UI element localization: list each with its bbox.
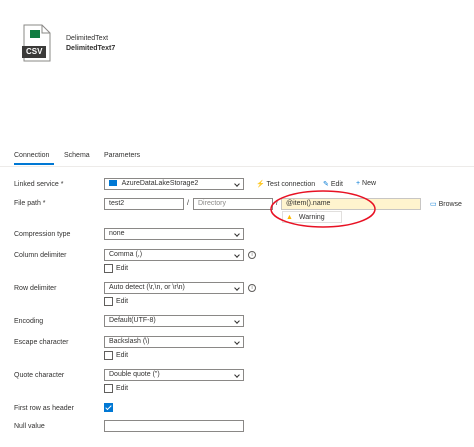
column-delimiter-select[interactable]: Comma (,) [104, 249, 244, 261]
escape-character-label: Escape character [14, 339, 69, 346]
new-label: New [362, 180, 377, 187]
compression-type-label: Compression type [14, 231, 71, 238]
null-value-input[interactable] [104, 420, 244, 432]
browse-button[interactable]: ▭ Browse [430, 200, 462, 208]
tab-parameters[interactable]: Parameters [104, 152, 140, 159]
tab-schema[interactable]: Schema [64, 152, 90, 159]
info-icon: i [248, 284, 256, 292]
row-delimiter-label: Row delimiter [14, 285, 57, 292]
null-value-label: Null value [14, 423, 45, 430]
linked-service-label: Linked service * [14, 181, 64, 188]
edit-label: Edit [330, 181, 343, 188]
tab-divider [0, 166, 474, 167]
dataset-name: DelimitedText7 [66, 45, 116, 52]
tab-connection[interactable]: Connection [14, 152, 49, 159]
csv-file-icon: CSV [22, 24, 52, 62]
folder-icon: ▭ [430, 201, 437, 208]
encoding-label: Encoding [14, 318, 44, 325]
path-separator-1: / [187, 200, 189, 207]
escape-character-select[interactable]: Backslash (\) [104, 336, 244, 348]
linked-service-value: AzureDataLakeStorage2 [121, 180, 199, 187]
compression-type-select[interactable]: none [104, 228, 244, 240]
new-linked-service-button[interactable]: + New [356, 180, 376, 187]
encoding-select[interactable]: Default(UTF-8) [104, 315, 244, 327]
linked-service-select[interactable]: AzureDataLakeStorage2 [104, 178, 244, 190]
quote-character-edit-label: Edit [116, 385, 129, 392]
container-input[interactable]: test2 [104, 198, 184, 210]
escape-character-edit-checkbox[interactable] [104, 351, 113, 360]
row-delimiter-edit-checkbox[interactable] [104, 297, 113, 306]
first-row-header-label: First row as header [14, 405, 74, 412]
tab-active-underline [14, 163, 54, 165]
red-annotation-ellipse [270, 190, 376, 228]
browse-label: Browse [438, 201, 462, 208]
column-delimiter-label: Column delimiter [14, 252, 67, 259]
row-delimiter-select[interactable]: Auto detect (\r,\n, or \r\n) [104, 282, 244, 294]
plug-icon: ⚡ [256, 181, 265, 188]
dataset-type: DelimitedText [66, 35, 109, 42]
test-connection-button[interactable]: ⚡ Test connection [256, 180, 315, 188]
first-row-header-checkbox[interactable] [104, 403, 113, 412]
test-connection-label: Test connection [266, 181, 316, 188]
column-delimiter-edit-checkbox[interactable] [104, 264, 113, 273]
csv-icon-label: CSV [26, 47, 43, 56]
storage-icon [109, 180, 117, 187]
escape-character-edit-label: Edit [116, 352, 129, 359]
row-delimiter-edit-label: Edit [116, 298, 129, 305]
pencil-icon: ✎ [323, 181, 329, 188]
plus-icon: + [356, 180, 361, 187]
directory-input[interactable]: Directory [193, 198, 273, 210]
info-icon: i [248, 251, 256, 259]
quote-character-label: Quote character [14, 372, 65, 379]
file-path-label: File path * [14, 200, 46, 207]
edit-linked-service-button[interactable]: ✎ Edit [323, 180, 343, 188]
column-delimiter-edit-label: Edit [116, 265, 129, 272]
quote-character-edit-checkbox[interactable] [104, 384, 113, 393]
quote-character-select[interactable]: Double quote (") [104, 369, 244, 381]
